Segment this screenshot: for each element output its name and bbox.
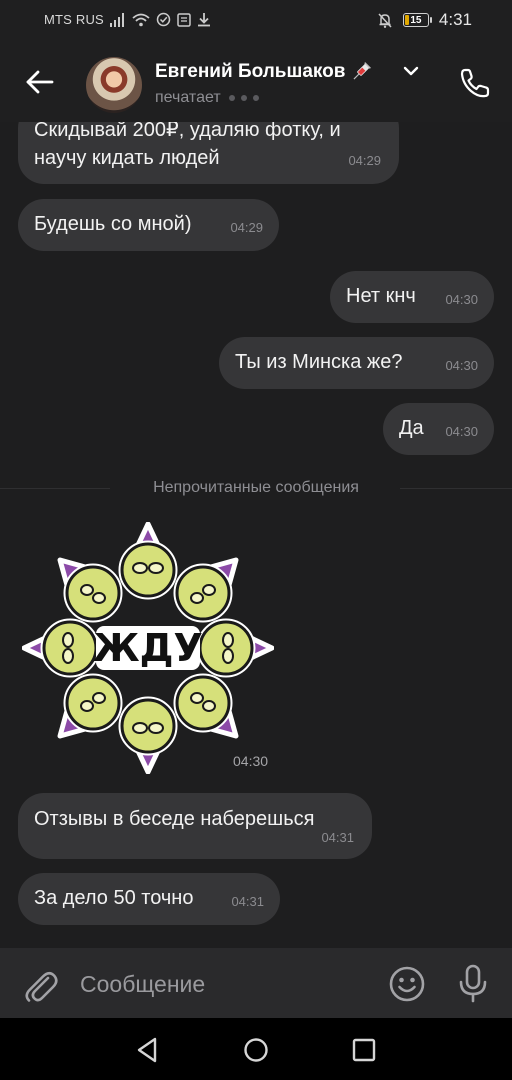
message-text: Будешь со мной) — [34, 213, 192, 235]
message-time: 04:29 — [230, 220, 263, 235]
carrier-label: MTS RUS — [44, 12, 104, 27]
call-button[interactable] — [454, 62, 496, 104]
status-bar-right: 15 4:31 — [377, 10, 472, 30]
sticker[interactable]: ЖДУ — [21, 521, 275, 775]
message-bubble-incoming[interactable]: Будешь со мной) 04:29 — [18, 199, 279, 251]
nav-back-button[interactable] — [134, 1036, 162, 1064]
message-time: 04:31 — [321, 830, 354, 845]
contact-avatar[interactable] — [86, 57, 142, 113]
status-time: 4:31 — [438, 10, 472, 29]
syringe-icon — [349, 60, 373, 84]
signal-icon — [109, 12, 126, 27]
message-bubble-outgoing[interactable]: Ты из Минска же? 04:30 — [219, 337, 494, 389]
message-time: 04:30 — [445, 424, 478, 439]
message-input[interactable] — [80, 968, 370, 1000]
notes-icon — [177, 12, 191, 27]
typing-status-text: печатает — [155, 89, 221, 106]
sticker-image: ЖДУ — [21, 521, 275, 775]
smile-icon — [389, 966, 425, 1002]
back-button[interactable] — [20, 62, 60, 102]
message-list[interactable]: Скидывай 200₽, удаляю фотку, и научу кид… — [0, 122, 512, 948]
sticker-caption: ЖДУ — [93, 626, 203, 670]
paperclip-icon — [25, 971, 58, 1002]
unread-divider: Непрочитанные сообщения — [0, 479, 512, 496]
typing-status: печатает — [155, 89, 259, 107]
message-text: Ты из Минска же? — [235, 351, 403, 373]
message-bubble-outgoing[interactable]: Нет кнч 04:30 — [330, 271, 494, 323]
contact-name[interactable]: Евгений Большаков — [155, 60, 373, 84]
arrow-left-icon — [26, 70, 54, 94]
battery-icon: 15 — [402, 13, 432, 27]
message-time: 04:31 — [231, 894, 264, 909]
message-bubble-outgoing[interactable]: Да 04:30 — [383, 403, 494, 455]
microphone-icon — [459, 964, 487, 1003]
circle-home-icon — [244, 1038, 268, 1062]
typing-dots-icon — [228, 95, 259, 101]
triangle-back-icon — [137, 1037, 157, 1063]
emoji-button[interactable] — [388, 965, 426, 1003]
battery-level-text: 15 — [410, 14, 422, 26]
message-time: 04:30 — [445, 358, 478, 373]
battery-level-fill — [404, 15, 409, 25]
phone-icon — [460, 68, 490, 98]
mute-notifications-icon — [377, 12, 393, 29]
message-text: Отзывы в беседе наберешься — [34, 808, 315, 830]
download-icon — [197, 12, 211, 27]
message-bubble-incoming[interactable]: Отзывы в беседе наберешься 04:31 — [18, 793, 372, 859]
unread-divider-label: Непрочитанные сообщения — [153, 479, 359, 496]
system-nav-bar — [0, 1018, 512, 1080]
square-recents-icon — [352, 1038, 376, 1062]
nav-home-button[interactable] — [242, 1036, 270, 1064]
sync-check-icon — [156, 12, 171, 27]
contact-name-text: Евгений Большаков — [155, 61, 346, 82]
message-time: 04:29 — [348, 153, 381, 168]
message-text: За дело 50 точно — [34, 887, 194, 909]
nav-recents-button[interactable] — [350, 1036, 378, 1064]
message-bubble-incoming[interactable]: Скидывай 200₽, удаляю фотку, и научу кид… — [18, 122, 399, 184]
message-bubble-incoming[interactable]: За дело 50 точно 04:31 — [18, 873, 280, 925]
sticker-time: 04:30 — [233, 753, 269, 769]
chevron-down-icon[interactable] — [402, 64, 420, 83]
wifi-icon — [132, 13, 150, 27]
chat-header: Евгений Большаков печатает — [0, 40, 512, 122]
message-text: Скидывай 200₽, удаляю фотку, и научу кид… — [34, 122, 341, 169]
message-composer — [0, 948, 512, 1018]
attach-button[interactable] — [22, 964, 58, 1004]
status-bar-left: MTS RUS — [44, 12, 211, 27]
voice-message-button[interactable] — [454, 963, 492, 1003]
status-bar: MTS RUS 15 4:31 — [0, 0, 512, 40]
message-time: 04:30 — [445, 292, 478, 307]
